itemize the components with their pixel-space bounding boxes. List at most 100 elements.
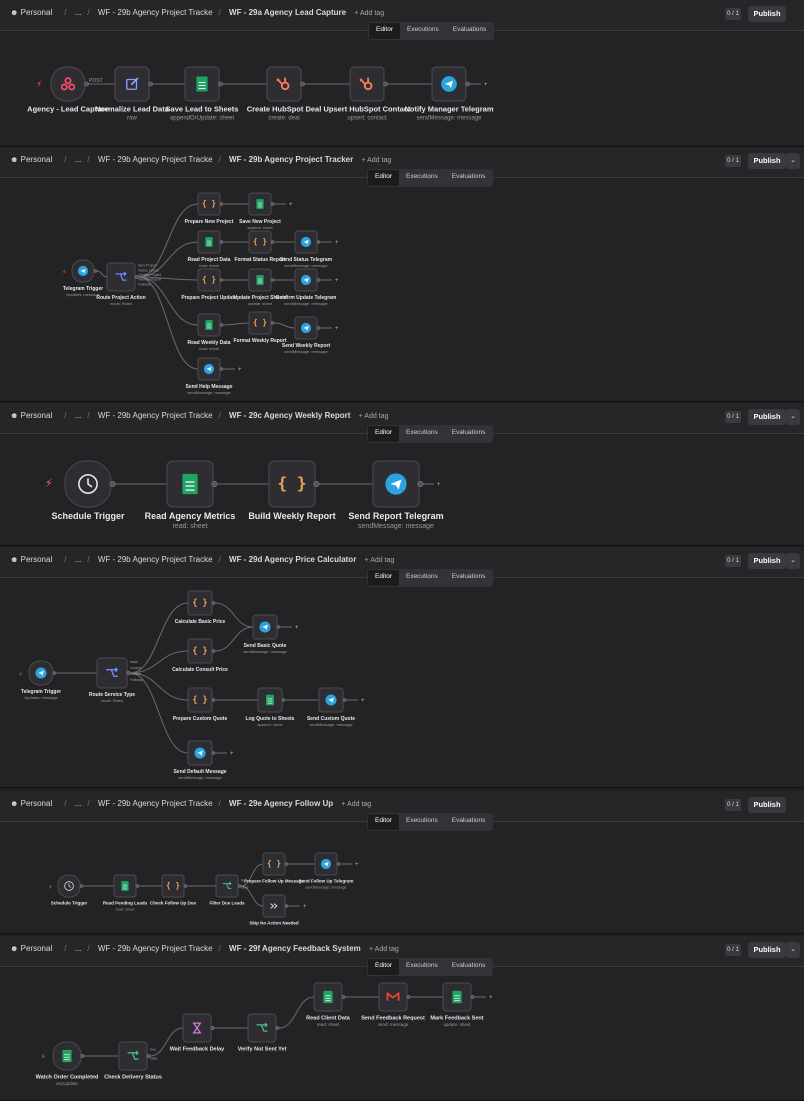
svg-text:{ }: { } xyxy=(253,237,267,246)
workflow-node[interactable]: ⚡ Watch Order CompletedanyUpdate xyxy=(36,1041,99,1086)
add-node-icon[interactable]: + xyxy=(335,326,339,332)
workflow-node[interactable]: Send Status TelegramsendMessage: message xyxy=(280,230,333,268)
add-node-icon[interactable]: + xyxy=(355,862,359,868)
workflow-node[interactable]: Send Help MessagesendMessage: message xyxy=(186,357,233,395)
workflow-node[interactable]: Confirm Update TelegramsendMessage: mess… xyxy=(276,268,337,306)
add-node-icon[interactable]: + xyxy=(303,904,307,910)
workflow-node[interactable]: { } Prepare Follow Up Message xyxy=(244,852,304,884)
node-subtitle: sendMessage: message xyxy=(309,722,353,727)
tab-evaluations[interactable]: Evaluations xyxy=(446,23,494,39)
add-node-icon[interactable]: + xyxy=(335,278,339,284)
tab-executions[interactable]: Executions xyxy=(399,570,445,586)
workflow-node[interactable]: { } Calculate Basic Price xyxy=(175,590,226,625)
node-subtitle: append: sheet xyxy=(247,225,273,230)
workflow-node[interactable]: { } Format Weekly Report xyxy=(234,311,287,344)
code-icon: { } xyxy=(192,694,207,704)
tab-evaluations[interactable]: Evaluations xyxy=(445,170,493,186)
connection-line[interactable] xyxy=(129,672,189,754)
code-icon: { } xyxy=(267,859,281,868)
tab-editor[interactable]: Editor xyxy=(368,814,399,830)
connection-line[interactable] xyxy=(273,322,296,329)
tab-evaluations[interactable]: Evaluations xyxy=(445,959,493,975)
workflow-node[interactable]: Read Pending Leadsread: sheet xyxy=(103,874,148,911)
workflow-node[interactable]: { } Check Follow Up Due xyxy=(150,874,197,906)
node-subtitle: create: deal xyxy=(268,116,299,122)
connection-line[interactable] xyxy=(278,996,315,1029)
sheets-icon xyxy=(452,990,462,1004)
connection-line[interactable] xyxy=(222,322,250,326)
trigger-bolt-icon: ⚡ xyxy=(41,1053,46,1061)
workflow-node[interactable]: Save New Projectappend: sheet xyxy=(239,192,281,230)
add-node-icon[interactable]: + xyxy=(335,240,339,246)
workflow-node[interactable]: Read Client Dataread: sheet xyxy=(306,982,351,1027)
add-node-icon[interactable]: + xyxy=(230,751,234,757)
workflow-node[interactable]: Verify Not Sent Yet xyxy=(238,1013,287,1053)
workflow-node[interactable]: Read Project Dataread: sheet xyxy=(188,230,231,268)
node-subtitle: update: sheet xyxy=(443,1022,471,1027)
tab-editor[interactable]: Editor xyxy=(368,959,399,975)
workflow-node[interactable]: { } Format Status Report xyxy=(234,230,286,263)
add-node-icon[interactable]: + xyxy=(361,698,365,704)
tab-editor[interactable]: Editor xyxy=(368,170,399,186)
workflow-node[interactable]: Read Weekly Dataread: sheet xyxy=(188,313,231,351)
node-label: Format Weekly Report xyxy=(234,338,287,344)
workflow-node[interactable]: ⚡Telegram TriggerUpdates: message xyxy=(18,660,61,700)
workflow-node[interactable]: Create HubSpot Deal create: deal xyxy=(247,66,322,122)
add-node-icon[interactable]: + xyxy=(489,995,493,1001)
workflow-node[interactable]: Send Default MessagesendMessage: message xyxy=(173,740,227,780)
workflow-node[interactable]: Skip No Action Needed xyxy=(249,894,299,926)
workflow-node[interactable]: Send Feedback Requestsend: message xyxy=(361,982,425,1027)
tab-executions[interactable]: Executions xyxy=(399,959,445,975)
workflow-node[interactable]: { } Prepare Custom Quote xyxy=(173,687,228,722)
tab-evaluations[interactable]: Evaluations xyxy=(445,426,493,442)
workflow-node[interactable]: Route Service Typemode: Rules xyxy=(89,657,135,703)
workflow-node[interactable]: Filter Due Leads xyxy=(209,874,245,906)
svg-text:{ }: { } xyxy=(202,275,216,284)
workflow-node[interactable]: Send Follow Up TelegramsendMessage: mess… xyxy=(299,852,354,889)
node-label: Normalize Lead Data xyxy=(95,105,170,114)
node-label: Format Status Report xyxy=(234,257,285,263)
tab-executions[interactable]: Executions xyxy=(399,426,445,442)
workflow-node[interactable]: { } Prepare New Project xyxy=(185,192,234,225)
connection-line[interactable] xyxy=(96,270,108,278)
tab-evaluations[interactable]: Evaluations xyxy=(445,814,493,830)
workflow-node[interactable]: { } Calculate Consult Price xyxy=(172,638,228,673)
tab-evaluations[interactable]: Evaluations xyxy=(445,570,493,586)
workflow-node[interactable]: ⚡Telegram TriggerUpdates: message xyxy=(62,259,103,297)
workflow-node[interactable]: ⚡ Schedule Trigger xyxy=(45,460,125,521)
workflow-node[interactable]: { } Build Weekly Report xyxy=(248,460,336,521)
tab-editor[interactable]: Editor xyxy=(369,23,400,39)
workflow-node[interactable]: Mark Feedback Sentupdate: sheet xyxy=(430,982,484,1027)
tab-executions[interactable]: Executions xyxy=(400,23,446,39)
add-node-icon[interactable]: + xyxy=(437,482,441,488)
workflow-panel: ☻ Personal / ... / WF - 29b Agency Project… xyxy=(0,936,804,1101)
workflow-node[interactable]: Notify Manager Telegram sendMessage: mess… xyxy=(404,66,494,122)
tab-executions[interactable]: Executions xyxy=(399,814,445,830)
workflow-node[interactable]: Save Lead to Sheets appendOrUpdate: sheet xyxy=(166,66,239,122)
workflow-node[interactable]: Normalize Lead Data raw xyxy=(95,66,170,122)
code-icon: { } xyxy=(277,474,306,493)
tab-executions[interactable]: Executions xyxy=(399,170,445,186)
tab-editor[interactable]: Editor xyxy=(368,570,399,586)
add-node-icon[interactable]: + xyxy=(238,367,242,373)
telegram-icon xyxy=(441,76,457,92)
tab-editor[interactable]: Editor xyxy=(368,426,399,442)
trigger-bolt-icon: ⚡ xyxy=(62,269,66,276)
add-node-icon[interactable]: + xyxy=(484,82,488,88)
workflow-node[interactable]: Send Weekly ReportsendMessage: message xyxy=(282,316,331,354)
code-icon: { } xyxy=(166,881,180,890)
node-subtitle: sendMessage: message xyxy=(416,116,482,122)
workflow-node[interactable]: Send Basic QuotesendMessage: message xyxy=(243,614,287,654)
telegram-icon xyxy=(325,694,337,706)
workflow-node[interactable]: Upsert HubSpot Contact upsert: contact xyxy=(323,66,411,122)
workflow-node[interactable]: Log Quote to Sheetsappend: sheet xyxy=(246,687,295,727)
workflow-node[interactable]: ⚡ Schedule Trigger xyxy=(48,874,88,906)
workflow-node[interactable]: Read Agency Metrics read: sheet xyxy=(145,460,236,530)
add-node-icon[interactable]: + xyxy=(295,625,299,631)
workflow-node[interactable]: { } Prepare Project Update xyxy=(181,268,237,301)
code-icon: { } xyxy=(202,275,216,284)
workflow-node[interactable]: Send Report Telegram sendMessage: message xyxy=(348,460,444,530)
workflow-node[interactable]: Wait Feedback Delay xyxy=(170,1013,225,1053)
workflow-node[interactable]: Send Custom QuotesendMessage: message xyxy=(307,687,355,727)
add-node-icon[interactable]: + xyxy=(289,202,293,208)
